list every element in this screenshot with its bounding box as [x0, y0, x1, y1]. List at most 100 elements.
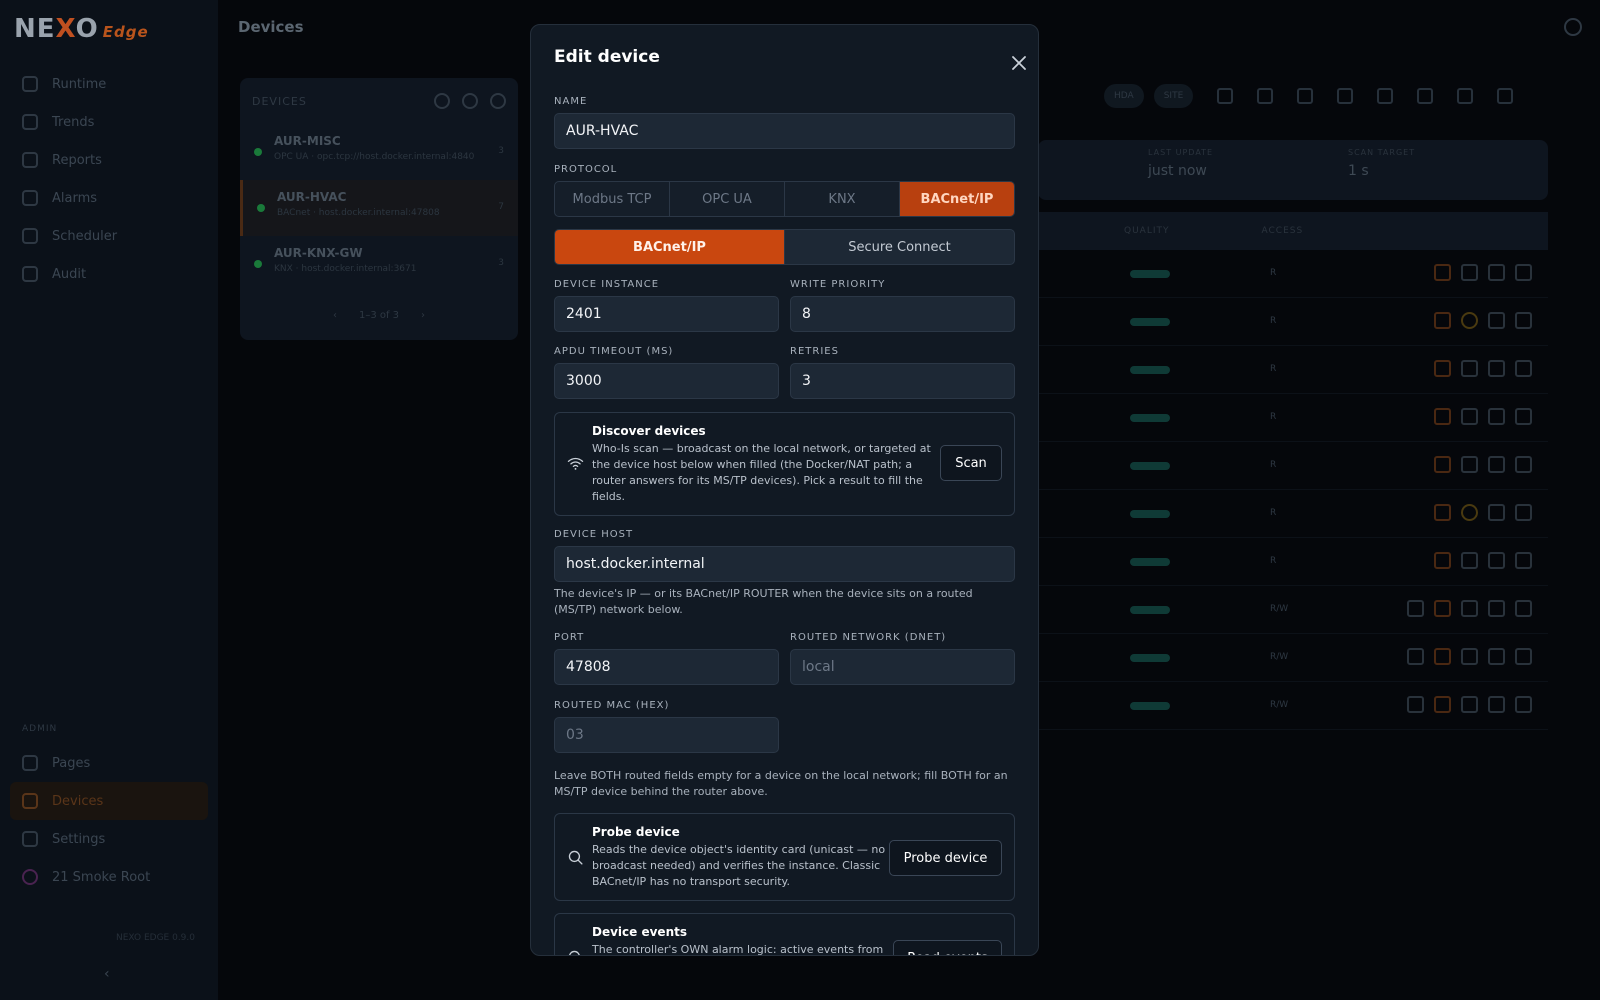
bell-icon[interactable] — [1461, 504, 1478, 521]
trend-icon[interactable] — [1434, 504, 1451, 521]
edit-icon[interactable] — [1488, 504, 1505, 521]
prev-page-icon[interactable]: ‹ — [333, 310, 337, 321]
transport-option-bacnet-ip[interactable]: BACnet/IP — [555, 230, 785, 264]
trash-icon[interactable] — [1515, 600, 1532, 617]
trend-icon[interactable] — [1434, 408, 1451, 425]
sidebar-item-audit[interactable]: Audit — [10, 255, 208, 293]
bell-icon[interactable] — [1461, 360, 1478, 377]
trend-icon[interactable] — [1434, 264, 1451, 281]
table-row[interactable]: R — [1038, 346, 1548, 394]
trash-icon[interactable] — [1515, 456, 1532, 473]
scan-button[interactable]: Scan — [940, 445, 1002, 481]
sidebar-item-devices[interactable]: Devices — [10, 782, 208, 820]
filter-icon[interactable] — [1297, 88, 1314, 104]
name-field[interactable] — [554, 113, 1015, 149]
device-host-field[interactable] — [554, 546, 1015, 582]
bell-icon[interactable] — [1461, 648, 1478, 665]
next-page-icon[interactable]: › — [421, 310, 425, 321]
trash-icon[interactable] — [1515, 264, 1532, 281]
add-icon[interactable] — [490, 93, 506, 109]
send-icon[interactable] — [1407, 600, 1424, 617]
sidebar-item-pages[interactable]: Pages — [10, 744, 208, 782]
routed-network-input[interactable] — [802, 659, 1003, 675]
device-host-input[interactable] — [566, 556, 1003, 572]
table-row[interactable]: R/W — [1038, 634, 1548, 682]
bell-icon[interactable] — [1461, 264, 1478, 281]
edit-icon[interactable] — [1488, 312, 1505, 329]
table-row[interactable]: R — [1038, 490, 1548, 538]
edit-icon[interactable] — [1488, 600, 1505, 617]
trend-icon[interactable] — [1434, 696, 1451, 713]
transport-option-secure-connect[interactable]: Secure Connect — [785, 230, 1014, 264]
port-input[interactable] — [566, 659, 767, 675]
protocol-option-bacnet[interactable]: BACnet/IP — [900, 182, 1014, 216]
send-icon[interactable] — [1407, 696, 1424, 713]
trash-icon[interactable] — [1515, 360, 1532, 377]
sidebar-item-trends[interactable]: Trends — [10, 103, 208, 141]
edit-icon[interactable] — [1417, 88, 1434, 104]
edit-icon[interactable] — [1488, 408, 1505, 425]
protocol-option-opcua[interactable]: OPC UA — [670, 182, 785, 216]
hda-pill[interactable]: HDA — [1104, 84, 1144, 108]
close-button[interactable] — [1007, 51, 1031, 75]
table-row[interactable]: R — [1038, 394, 1548, 442]
trash-icon[interactable] — [1497, 88, 1514, 104]
trash-icon[interactable] — [1515, 648, 1532, 665]
table-row[interactable]: R — [1038, 298, 1548, 346]
apdu-timeout-input[interactable] — [566, 373, 767, 389]
site-pill[interactable]: SITE — [1153, 84, 1194, 108]
bell-icon[interactable] — [1461, 696, 1478, 713]
add-icon[interactable] — [1377, 88, 1394, 104]
alarm-icon[interactable] — [1337, 88, 1354, 104]
retries-input[interactable] — [802, 373, 1003, 389]
trash-icon[interactable] — [1515, 552, 1532, 569]
sidebar-item-alarms[interactable]: Alarms — [10, 179, 208, 217]
device-list-item[interactable]: AUR-KNX-GW KNX · host.docker.internal:36… — [240, 236, 518, 292]
edit-icon[interactable] — [1488, 456, 1505, 473]
edit-icon[interactable] — [1488, 696, 1505, 713]
bell-icon[interactable] — [1461, 456, 1478, 473]
name-input[interactable] — [566, 123, 1003, 139]
edit-icon[interactable] — [1488, 552, 1505, 569]
routed-mac-input[interactable] — [566, 727, 767, 743]
retries-field[interactable] — [790, 363, 1015, 399]
filter-icon[interactable] — [434, 93, 450, 109]
bell-icon[interactable] — [1461, 600, 1478, 617]
device-instance-field[interactable] — [554, 296, 779, 332]
bell-icon[interactable] — [1461, 552, 1478, 569]
collapse-sidebar-icon[interactable]: ‹ — [104, 966, 110, 982]
search-icon[interactable] — [1564, 18, 1582, 36]
edit-icon[interactable] — [1488, 264, 1505, 281]
table-row[interactable]: R — [1038, 538, 1548, 586]
table-row[interactable]: R/W — [1038, 682, 1548, 730]
read-events-button[interactable]: Read events — [893, 940, 1002, 955]
trend-icon[interactable] — [1434, 600, 1451, 617]
trend-icon[interactable] — [1434, 648, 1451, 665]
write-priority-input[interactable] — [802, 306, 1003, 322]
sidebar-item-reports[interactable]: Reports — [10, 141, 208, 179]
table-row[interactable]: R/W — [1038, 586, 1548, 634]
sidebar-item-user[interactable]: 21 Smoke Root — [10, 858, 208, 896]
download-icon[interactable] — [1217, 88, 1234, 104]
bell-icon[interactable] — [1461, 312, 1478, 329]
trash-icon[interactable] — [1515, 504, 1532, 521]
protocol-option-knx[interactable]: KNX — [785, 182, 900, 216]
write-priority-field[interactable] — [790, 296, 1015, 332]
port-field[interactable] — [554, 649, 779, 685]
sidebar-item-scheduler[interactable]: Scheduler — [10, 217, 208, 255]
device-list-item[interactable]: AUR-MISC OPC UA · opc.tcp://host.docker.… — [240, 124, 518, 180]
bell-icon[interactable] — [1461, 408, 1478, 425]
table-row[interactable]: R — [1038, 250, 1548, 298]
routed-network-field[interactable] — [790, 649, 1015, 685]
apdu-timeout-field[interactable] — [554, 363, 779, 399]
sidebar-item-runtime[interactable]: Runtime — [10, 65, 208, 103]
search-icon[interactable] — [462, 93, 478, 109]
routed-mac-field[interactable] — [554, 717, 779, 753]
trash-icon[interactable] — [1515, 312, 1532, 329]
trash-icon[interactable] — [1515, 408, 1532, 425]
edit-icon[interactable] — [1488, 648, 1505, 665]
trend-icon[interactable] — [1434, 552, 1451, 569]
trend-icon[interactable] — [1434, 456, 1451, 473]
send-icon[interactable] — [1407, 648, 1424, 665]
sidebar-item-settings[interactable]: Settings — [10, 820, 208, 858]
